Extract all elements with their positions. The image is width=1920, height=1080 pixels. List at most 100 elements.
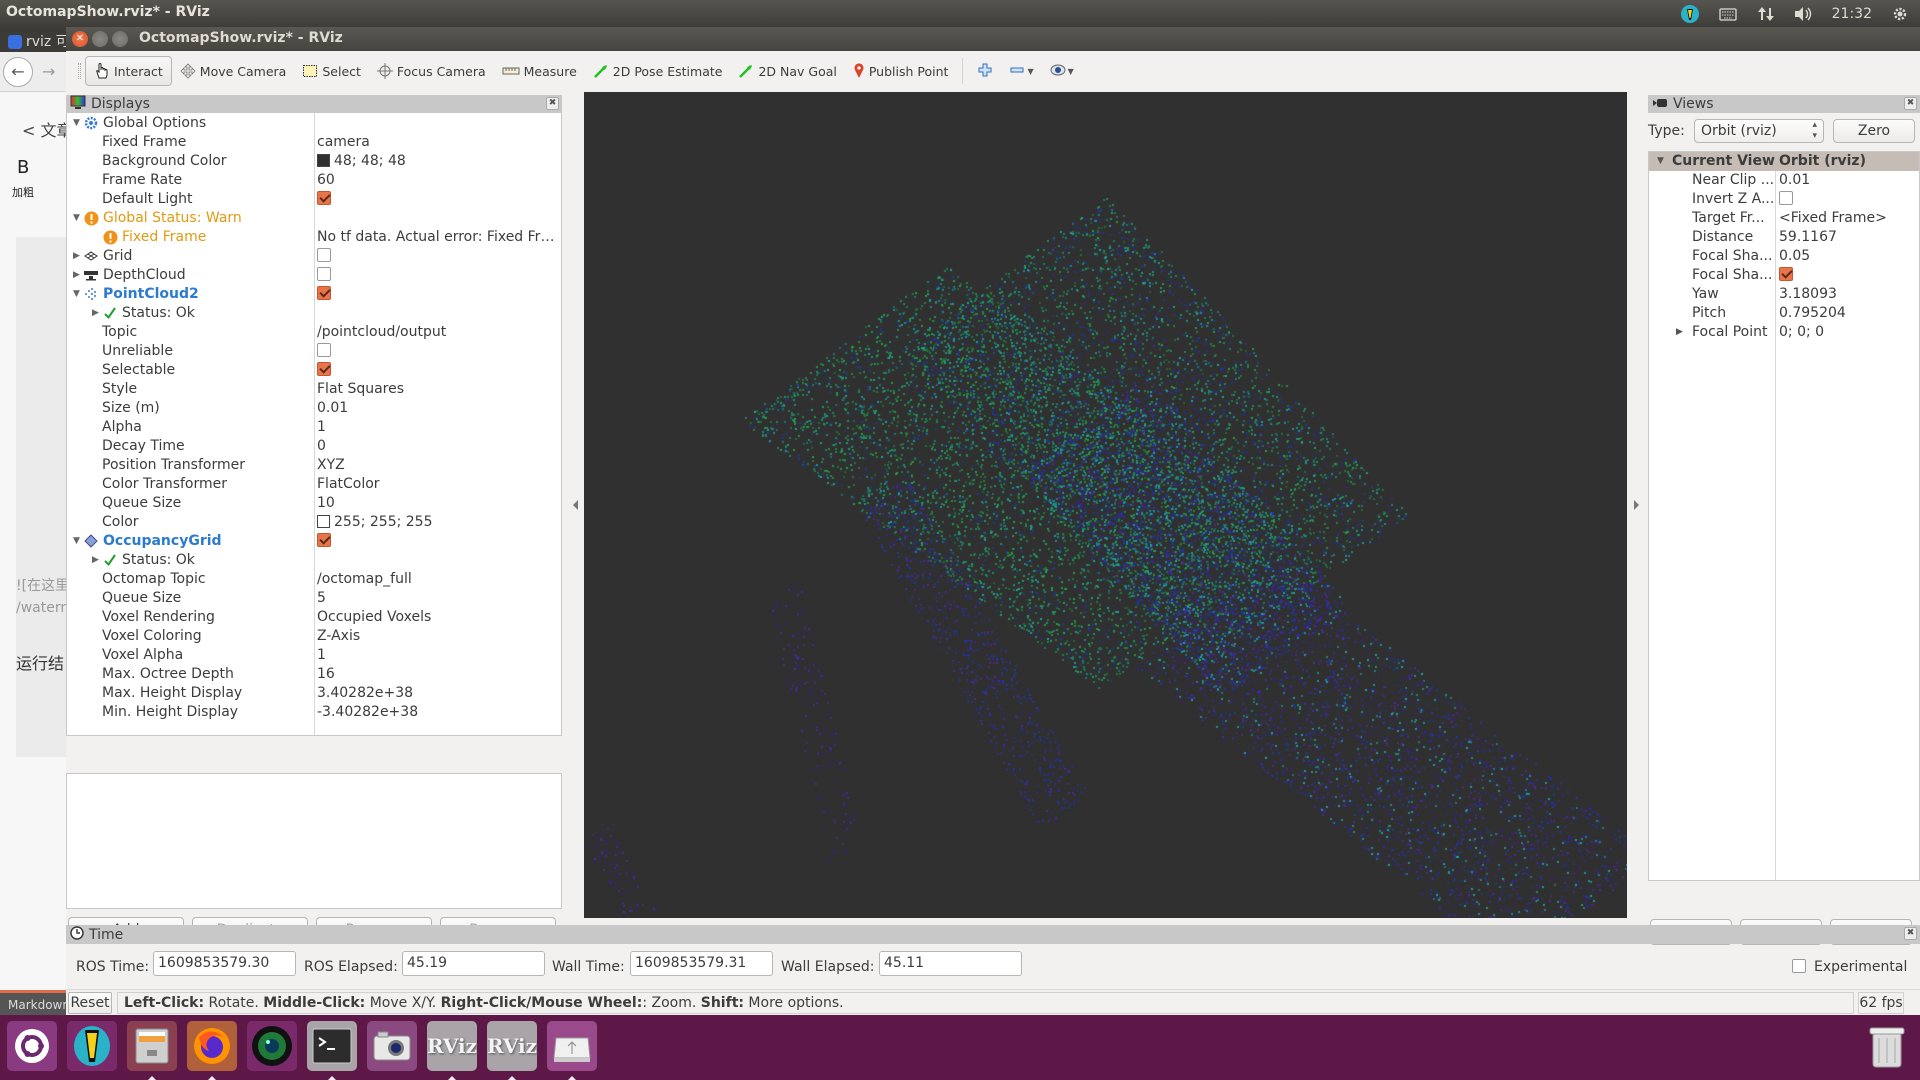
property-value[interactable]: [317, 361, 561, 380]
enabled-checkbox[interactable]: [317, 267, 331, 281]
display-row[interactable]: Frame Rate 60: [67, 171, 561, 190]
terminal-icon[interactable]: [307, 1021, 357, 1071]
view-property-value[interactable]: 0.795204: [1779, 304, 1846, 323]
view-checkbox[interactable]: [1779, 267, 1793, 281]
expand-arrow-icon[interactable]: ▶: [92, 304, 102, 323]
tool-publish-point[interactable]: Publish Point: [845, 56, 957, 86]
close-panel-icon[interactable]: ✖: [1904, 97, 1917, 110]
enabled-checkbox[interactable]: [317, 533, 331, 547]
expand-arrow-icon[interactable]: ▶: [73, 266, 83, 285]
collapse-arrow-icon[interactable]: ▼: [73, 209, 83, 228]
view-property-row[interactable]: ▶ Focal Point 0; 0; 0: [1649, 323, 1919, 342]
right-splitter[interactable]: [1629, 92, 1645, 918]
display-row[interactable]: Queue Size 10: [67, 494, 561, 513]
property-value[interactable]: [317, 285, 561, 304]
collapse-right-arrow-icon[interactable]: [1634, 500, 1639, 510]
update-icon[interactable]: [67, 1021, 117, 1071]
wall-elapsed-field[interactable]: 45.11: [879, 951, 1022, 976]
remove-tool-button[interactable]: ▼: [1001, 56, 1041, 86]
add-tool-button[interactable]: [969, 56, 1001, 86]
view-property-value[interactable]: 0.05: [1779, 247, 1810, 266]
property-value[interactable]: [317, 342, 561, 361]
property-value[interactable]: /octomap_full: [317, 570, 561, 589]
property-value[interactable]: 1: [317, 646, 561, 665]
experimental-checkbox[interactable]: [1792, 959, 1806, 973]
view-property-row[interactable]: Invert Z A...: [1649, 190, 1919, 209]
usb-drive-icon[interactable]: [547, 1021, 597, 1071]
power-gear-icon[interactable]: [1890, 4, 1910, 24]
display-row[interactable]: ▶ Status: Ok: [67, 304, 561, 323]
display-row[interactable]: Voxel Coloring Z-Axis: [67, 627, 561, 646]
tool-measure[interactable]: Measure: [494, 56, 585, 86]
property-value[interactable]: Occupied Voxels: [317, 608, 561, 627]
view-property-value[interactable]: 0.01: [1779, 171, 1810, 190]
views-panel-header[interactable]: Views ✖: [1648, 95, 1920, 113]
view-property-row[interactable]: Target Fr... <Fixed Frame>: [1649, 209, 1919, 228]
enabled-checkbox[interactable]: [317, 362, 331, 376]
forward-button[interactable]: →: [42, 62, 55, 81]
display-row[interactable]: Voxel Rendering Occupied Voxels: [67, 608, 561, 627]
property-value[interactable]: [317, 266, 561, 285]
view-property-row[interactable]: Pitch 0.795204: [1649, 304, 1919, 323]
back-button[interactable]: ←: [3, 57, 33, 87]
color-swatch[interactable]: [317, 514, 330, 528]
file-manager-icon[interactable]: [127, 1021, 177, 1071]
property-value[interactable]: 255; 255; 255: [317, 513, 561, 532]
property-value[interactable]: XYZ: [317, 456, 561, 475]
zero-view-button[interactable]: Zero: [1833, 119, 1915, 143]
property-value[interactable]: FlatColor: [317, 475, 561, 494]
displays-panel-header[interactable]: Displays ✖: [66, 95, 562, 113]
toolbar-grip[interactable]: [78, 63, 81, 79]
rviz-icon[interactable]: RViz: [487, 1021, 537, 1071]
property-value[interactable]: [317, 532, 561, 551]
volume-icon[interactable]: [1794, 4, 1814, 24]
view-property-row[interactable]: Yaw 3.18093: [1649, 285, 1919, 304]
view-property-value[interactable]: <Fixed Frame>: [1779, 209, 1887, 228]
display-row[interactable]: Max. Height Display 3.40282e+38: [67, 684, 561, 703]
display-row[interactable]: Background Color 48; 48; 48: [67, 152, 561, 171]
close-panel-icon[interactable]: ✖: [546, 97, 559, 110]
browser-tab[interactable]: rviz 可: [0, 27, 66, 52]
tool-interact[interactable]: Interact: [85, 56, 172, 86]
keyboard-icon[interactable]: [1718, 4, 1738, 24]
property-value[interactable]: 60: [317, 171, 561, 190]
property-value[interactable]: 10: [317, 494, 561, 513]
property-value[interactable]: [317, 190, 561, 209]
property-value[interactable]: 48; 48; 48: [317, 152, 561, 171]
display-row[interactable]: Default Light: [67, 190, 561, 209]
display-row[interactable]: Max. Octree Depth 16: [67, 665, 561, 684]
property-value[interactable]: /pointcloud/output: [317, 323, 561, 342]
collapse-arrow-icon[interactable]: ▼: [73, 285, 83, 304]
network-icon[interactable]: [1756, 4, 1776, 24]
editor-area[interactable]: [16, 237, 66, 757]
expand-arrow-icon[interactable]: ▼: [1657, 152, 1664, 171]
trash-icon[interactable]: [1862, 1021, 1912, 1071]
display-row[interactable]: Position Transformer XYZ: [67, 456, 561, 475]
clock[interactable]: 21:32: [1832, 6, 1872, 22]
color-swatch[interactable]: [317, 153, 330, 167]
camera-app-icon[interactable]: [247, 1021, 297, 1071]
property-value[interactable]: 16: [317, 665, 561, 684]
display-row[interactable]: Fixed Frame camera: [67, 133, 561, 152]
display-row[interactable]: ▼ Global Options: [67, 114, 561, 133]
tool-select[interactable]: Select: [294, 56, 369, 86]
property-value[interactable]: No tf data. Actual error: Fixed Frame [c…: [317, 228, 561, 247]
update-notifier-icon[interactable]: [1680, 4, 1700, 24]
ros-elapsed-field[interactable]: 45.19: [402, 951, 545, 976]
collapse-arrow-icon[interactable]: ▼: [73, 114, 83, 133]
display-row[interactable]: Voxel Alpha 1: [67, 646, 561, 665]
left-splitter[interactable]: [566, 92, 582, 918]
collapse-left-arrow-icon[interactable]: [573, 500, 578, 510]
display-row[interactable]: Color 255; 255; 255: [67, 513, 561, 532]
expand-arrow-icon[interactable]: ▶: [73, 247, 83, 266]
property-value[interactable]: -3.40282e+38: [317, 703, 561, 722]
firefox-icon[interactable]: [187, 1021, 237, 1071]
close-panel-icon[interactable]: ✖: [1904, 927, 1917, 940]
display-row[interactable]: Unreliable: [67, 342, 561, 361]
enabled-checkbox[interactable]: [317, 248, 331, 262]
enabled-checkbox[interactable]: [317, 286, 331, 300]
display-row[interactable]: Decay Time 0: [67, 437, 561, 456]
wall-time-field[interactable]: 1609853579.31: [630, 951, 773, 976]
view-checkbox[interactable]: [1779, 191, 1793, 205]
property-value[interactable]: 0.01: [317, 399, 561, 418]
